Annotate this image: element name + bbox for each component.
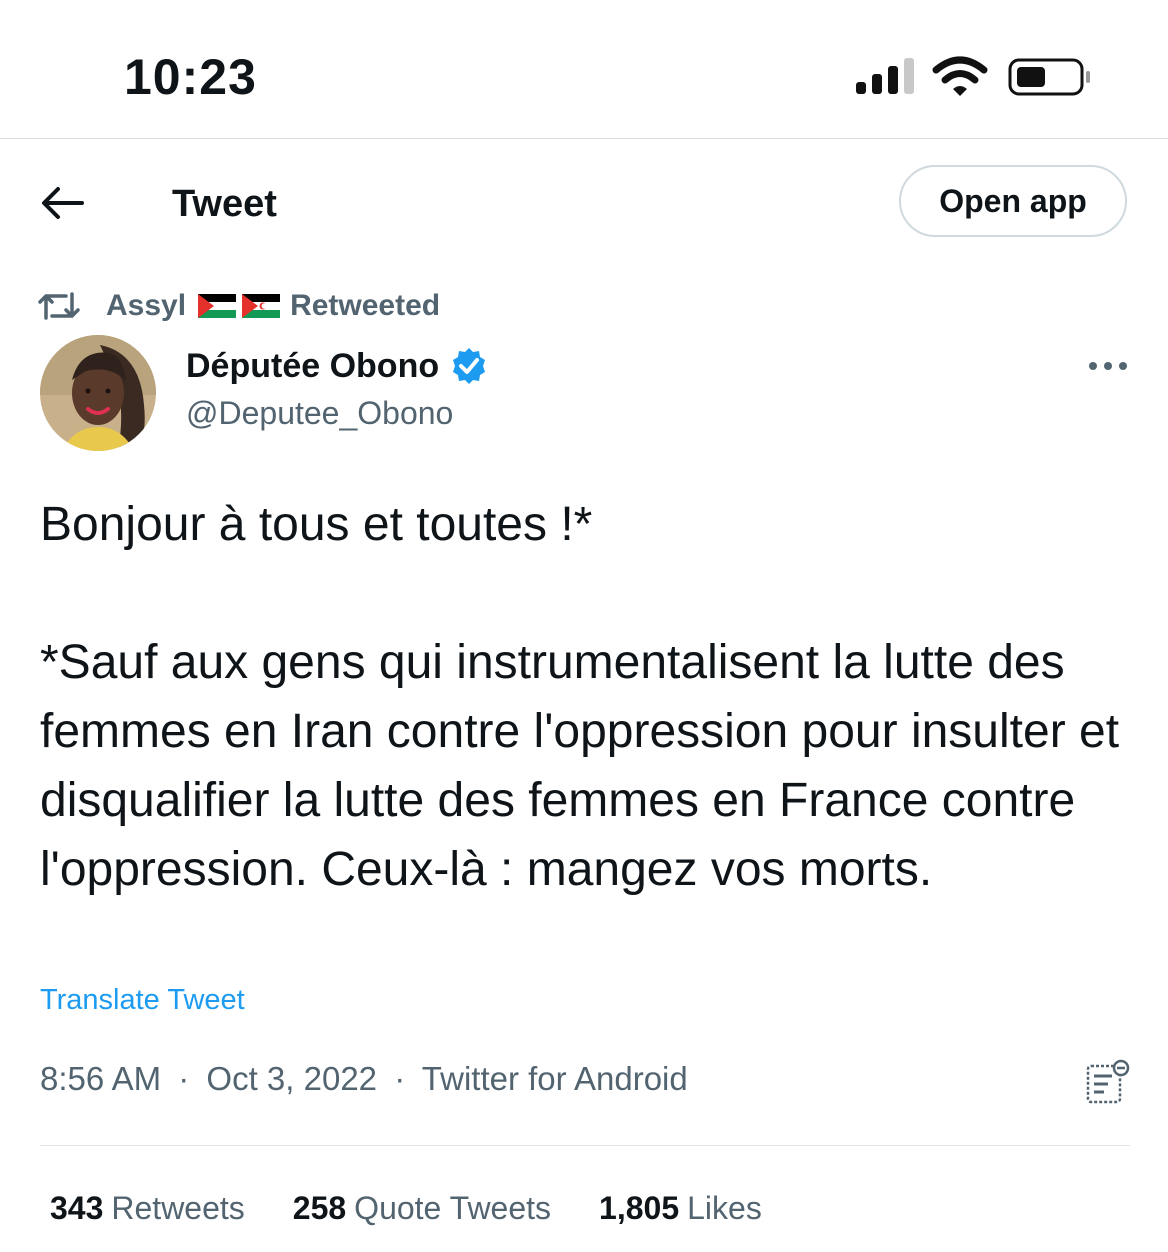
author-handle[interactable]: @Deputee_Obono — [186, 395, 453, 432]
more-horizontal-icon[interactable] — [1086, 356, 1130, 376]
tweet-source[interactable]: Twitter for Android — [422, 1060, 688, 1097]
likes-label: Likes — [687, 1190, 762, 1226]
avatar-image — [40, 335, 156, 451]
tweet-header: Tweet Open app — [0, 139, 1168, 269]
tweet-time[interactable]: 8:56 AM — [40, 1060, 161, 1097]
quote-tweets-label: Quote Tweets — [354, 1190, 552, 1226]
avatar[interactable] — [40, 335, 156, 451]
author-name-text[interactable]: Députée Obono — [186, 347, 439, 386]
likes-count: 1,805 — [599, 1190, 680, 1226]
tweet-meta: 8:56 AM · Oct 3, 2022 · Twitter for Andr… — [40, 1060, 688, 1098]
divider — [40, 1145, 1130, 1146]
translate-tweet-link[interactable]: Translate Tweet — [40, 984, 245, 1017]
meta-separator: · — [178, 1060, 190, 1097]
tweet-line-2: *Sauf aux gens qui instrumentalisent la … — [40, 636, 1120, 896]
arrow-left-icon[interactable] — [40, 183, 86, 223]
palestine-flag-icon — [198, 294, 237, 318]
status-bar: 10:23 — [0, 0, 1168, 139]
tweet-stats: 343 Retweets 258 Quote Tweets 1,805 Likes — [50, 1190, 810, 1227]
quote-tweets-stat[interactable]: 258 Quote Tweets — [293, 1190, 551, 1227]
battery-icon — [1008, 58, 1090, 96]
page-title: Tweet — [172, 183, 277, 225]
retweets-count: 343 — [50, 1190, 104, 1226]
analytics-icon[interactable] — [1084, 1058, 1132, 1106]
likes-stat[interactable]: 1,805 Likes — [599, 1190, 762, 1227]
retweets-label: Retweets — [111, 1190, 245, 1226]
retweet-icon — [38, 292, 80, 320]
verified-badge-icon — [453, 348, 486, 384]
tweet-text: Bonjour à tous et toutes !* *Sauf aux ge… — [40, 490, 1130, 904]
cellular-signal-icon — [856, 58, 914, 94]
retweeter-name[interactable]: Assyl — [106, 289, 186, 323]
author-display-name[interactable]: Députée Obono — [186, 346, 489, 386]
tweet-page: 10:23 Tweet Open app Assyl Retweeted Dép… — [0, 0, 1168, 1252]
retweeted-label: Retweeted — [290, 289, 441, 322]
wifi-icon — [932, 56, 988, 96]
retweet-context: Assyl Retweeted — [38, 286, 440, 326]
status-time: 10:23 — [124, 49, 257, 105]
western-sahara-flag-icon — [242, 294, 281, 318]
retweets-stat[interactable]: 343 Retweets — [50, 1190, 245, 1227]
tweet-date[interactable]: Oct 3, 2022 — [206, 1060, 377, 1097]
open-app-button[interactable]: Open app — [899, 165, 1127, 237]
tweet-line-1: Bonjour à tous et toutes !* — [40, 498, 593, 551]
meta-separator: · — [394, 1060, 406, 1097]
quote-tweets-count: 258 — [292, 1190, 347, 1226]
